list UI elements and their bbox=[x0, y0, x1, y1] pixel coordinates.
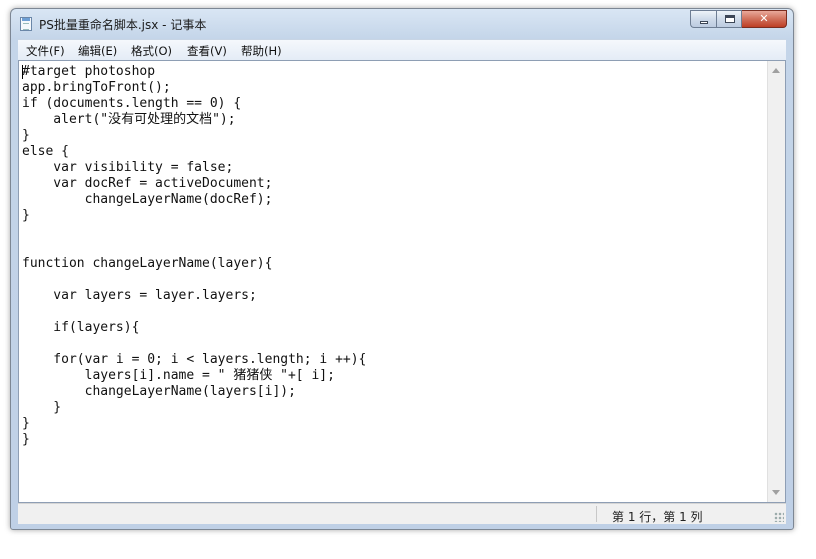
menu-edit[interactable]: 编辑(E) bbox=[78, 43, 117, 59]
maximize-button[interactable] bbox=[716, 10, 742, 28]
scroll-down-arrow-icon[interactable] bbox=[772, 490, 780, 495]
status-bar: 第 1 行，第 1 列 bbox=[18, 503, 786, 524]
notepad-icon[interactable] bbox=[20, 17, 32, 31]
text-caret bbox=[22, 65, 23, 79]
cursor-position: 第 1 行，第 1 列 bbox=[612, 510, 703, 524]
status-separator bbox=[596, 506, 597, 522]
menu-format[interactable]: 格式(O) bbox=[131, 43, 172, 59]
caption-buttons bbox=[690, 10, 787, 28]
menu-file[interactable]: 文件(F) bbox=[26, 43, 65, 59]
vertical-scrollbar[interactable] bbox=[767, 61, 785, 502]
resize-grip-icon[interactable] bbox=[774, 512, 784, 522]
menu-bar: 文件(F) 编辑(E) 格式(O) 查看(V) 帮助(H) bbox=[18, 39, 786, 60]
notepad-window: PS批量重命名脚本.jsx - 记事本 文件(F) 编辑(E) 格式(O) 查看… bbox=[10, 8, 794, 530]
scroll-up-arrow-icon[interactable] bbox=[772, 68, 780, 73]
text-editor[interactable]: #target photoshop app.bringToFront(); if… bbox=[18, 60, 786, 503]
editor-text[interactable]: #target photoshop app.bringToFront(); if… bbox=[22, 64, 366, 448]
menu-help[interactable]: 帮助(H) bbox=[241, 43, 282, 59]
close-button[interactable] bbox=[742, 10, 787, 28]
window-title: PS批量重命名脚本.jsx - 记事本 bbox=[39, 18, 207, 32]
menu-view[interactable]: 查看(V) bbox=[187, 43, 227, 59]
title-bar[interactable]: PS批量重命名脚本.jsx - 记事本 bbox=[11, 9, 793, 39]
minimize-button[interactable] bbox=[690, 10, 716, 28]
